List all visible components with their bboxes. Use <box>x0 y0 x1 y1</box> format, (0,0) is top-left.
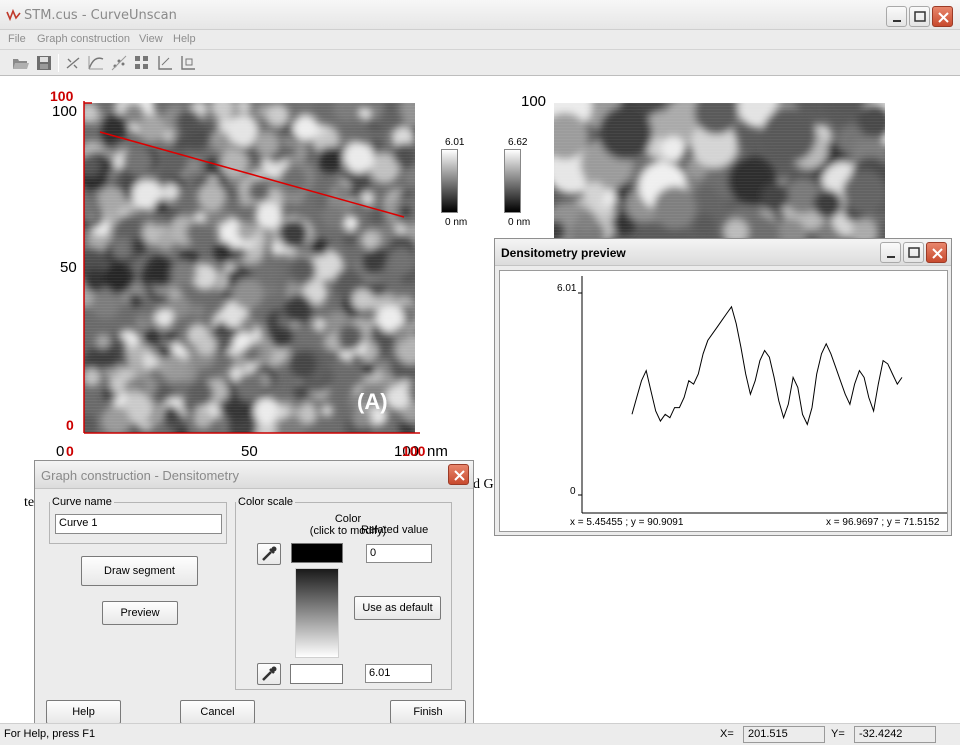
plot-axes-overlay <box>83 101 420 434</box>
figure-label-a: (A) <box>357 389 388 414</box>
close-icon <box>932 248 943 259</box>
minimize-button[interactable] <box>886 6 907 27</box>
axis-label-x-zero-red: 0 <box>66 443 74 459</box>
minimize-icon <box>893 20 901 22</box>
density-profile-line <box>631 305 903 426</box>
colorbar-1-bottom: 0 nm <box>445 217 468 228</box>
axis-label-y-top-red: 100 <box>50 88 74 104</box>
menu-view[interactable]: View <box>139 33 163 45</box>
densitometry-preview-window: Densitometry preview 6.01 0 x = 5.45455 … <box>494 238 952 536</box>
curveunscan-logo-icon <box>6 9 21 21</box>
help-button[interactable]: Help <box>46 700 121 724</box>
densitometry-title-bar: Densitometry preview <box>495 239 951 266</box>
menu-graph-construction[interactable]: Graph construction <box>37 33 130 45</box>
draw-segment-button[interactable]: Draw segment <box>81 556 198 586</box>
density-right-readout: x = 96.9697 ; y = 71.5152 <box>826 517 940 528</box>
axis-x-icon[interactable] <box>155 53 175 73</box>
colorbar-2 <box>504 149 521 213</box>
colorbar-2-bottom: 0 nm <box>508 217 531 228</box>
curve-name-legend: Curve name <box>52 496 112 508</box>
scatter-icon[interactable] <box>109 53 129 73</box>
preview-button[interactable]: Preview <box>102 601 178 625</box>
gradient-preview <box>295 568 339 658</box>
preview-close-button[interactable] <box>926 242 947 263</box>
menu-bar: File Graph construction View Help <box>0 30 960 50</box>
color-scale-legend: Color scale <box>238 496 294 508</box>
window-title: STM.cus - CurveUnscan <box>24 8 177 23</box>
open-folder-icon[interactable] <box>11 53 31 73</box>
toolbar-separator <box>58 54 59 72</box>
status-x-value: 201.515 <box>743 726 825 743</box>
densitometry-plot-area: 6.01 0 x = 5.45455 ; y = 90.9091 x = 96.… <box>499 270 948 532</box>
curve-name-input[interactable]: Curve 1 <box>55 514 222 534</box>
menu-file[interactable]: File <box>8 33 26 45</box>
colorbar-1-top: 6.01 <box>445 137 465 148</box>
top-color-swatch[interactable] <box>291 543 343 563</box>
densitometry-title: Densitometry preview <box>501 246 626 260</box>
bottom-color-swatch[interactable] <box>290 664 343 684</box>
dialog-title-bar: Graph construction - Densitometry <box>35 461 473 489</box>
related-value-header: Related value <box>361 524 429 536</box>
close-icon <box>938 12 949 23</box>
density-y-min: 0 <box>570 486 576 497</box>
minimize-icon <box>887 256 895 258</box>
axis-y-icon[interactable] <box>178 53 198 73</box>
colorbar-2-top: 6.62 <box>508 137 528 148</box>
right-image-axis-top: 100 <box>521 93 547 110</box>
top-value-input[interactable]: 0 <box>366 544 432 563</box>
axis-label-y-zero-red: 0 <box>66 417 74 433</box>
curve-icon[interactable] <box>86 53 106 73</box>
dialog-title: Graph construction - Densitometry <box>41 468 239 483</box>
cancel-button[interactable]: Cancel <box>180 700 255 724</box>
pick-top-color-button[interactable] <box>257 543 281 565</box>
axis-label-y-mid: 50 <box>60 259 77 276</box>
status-x-label: X= <box>720 728 734 740</box>
colorbar-1 <box>441 149 458 213</box>
eyedropper-icon <box>262 666 277 681</box>
maximize-icon <box>908 247 920 258</box>
axis-unit: nm <box>427 443 448 460</box>
maximize-icon <box>914 11 926 22</box>
preview-maximize-button[interactable] <box>903 242 924 263</box>
graph-construction-dialog: Graph construction - Densitometry Curve … <box>34 460 474 736</box>
status-y-label: Y= <box>831 728 845 740</box>
close-button[interactable] <box>932 6 953 27</box>
densitometry-chart <box>578 276 947 514</box>
toolbar <box>0 50 960 76</box>
close-icon <box>454 470 465 481</box>
finish-button[interactable]: Finish <box>390 700 466 724</box>
axis-label-y-top: 100 <box>52 103 78 120</box>
axis-label-x-mid: 50 <box>241 443 258 460</box>
density-y-max: 6.01 <box>557 283 577 294</box>
stm-image-b <box>554 103 885 238</box>
use-as-default-button[interactable]: Use as default <box>354 596 441 620</box>
eyedropper-icon <box>262 546 277 561</box>
partial-caption-right: d G <box>473 477 494 492</box>
grid-icon[interactable] <box>132 53 152 73</box>
axis-label-x-zero: 0 <box>56 443 65 460</box>
density-left-readout: x = 5.45455 ; y = 90.9091 <box>570 517 684 528</box>
partial-caption-left: te <box>24 495 35 510</box>
main-title-bar: STM.cus - CurveUnscan <box>0 0 960 30</box>
preview-minimize-button[interactable] <box>880 242 901 263</box>
points-icon[interactable] <box>63 53 83 73</box>
status-bar: For Help, press F1 X= 201.515 Y= -32.424… <box>0 723 960 745</box>
save-icon[interactable] <box>34 53 54 73</box>
menu-help[interactable]: Help <box>173 33 196 45</box>
densitometry-segment-line <box>99 131 405 218</box>
bottom-value-input[interactable]: 6.01 <box>365 664 432 683</box>
axis-label-x-end-red: 100 <box>402 443 426 459</box>
status-y-value: -32.4242 <box>854 726 936 743</box>
status-hint: For Help, press F1 <box>4 728 96 740</box>
pick-bottom-color-button[interactable] <box>257 663 281 685</box>
dialog-close-button[interactable] <box>448 464 469 485</box>
maximize-button[interactable] <box>909 6 930 27</box>
